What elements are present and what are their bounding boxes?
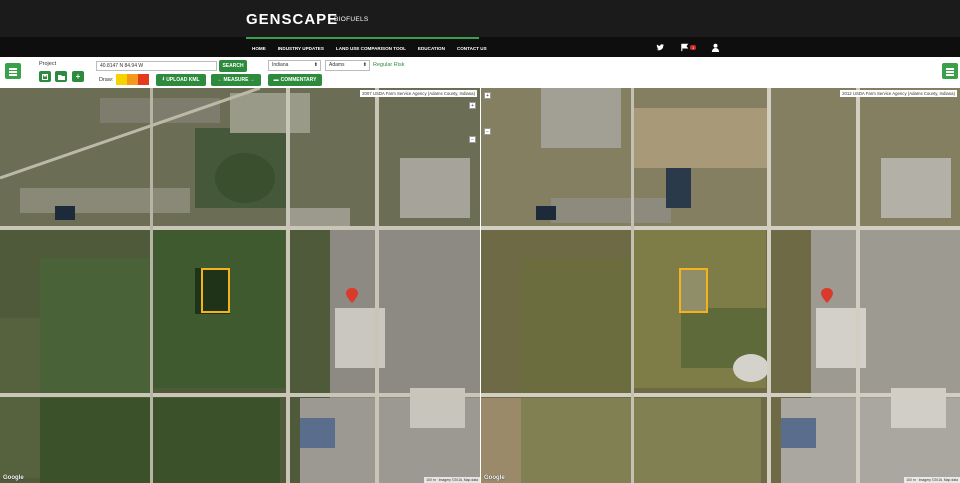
plus-icon: + <box>75 72 81 81</box>
product-name: BIOFUELS <box>334 16 369 23</box>
chevron-down-icon: ⬍ <box>313 62 318 68</box>
save-icon <box>42 73 48 80</box>
map-2007[interactable]: 2007 USDA Farm Service Agency (Adams Cou… <box>0 88 480 483</box>
alert-count-badge: 1 <box>690 44 697 50</box>
draw-label: Draw: <box>99 77 114 83</box>
commentary-button[interactable]: ▬ COMMENTARY <box>268 74 322 86</box>
user-icon[interactable] <box>711 43 720 52</box>
open-project-button[interactable] <box>55 71 67 82</box>
google-logo: Google <box>3 475 24 481</box>
map-2012-source-label: 2012 USDA Farm Service Agency (Adams Cou… <box>840 90 957 97</box>
alerts[interactable]: 1 <box>680 43 697 52</box>
measure-label: MEASURE <box>223 77 249 83</box>
risk-status: Regular Risk <box>373 62 405 68</box>
draw-color-yellow[interactable] <box>116 74 127 85</box>
add-project-button[interactable]: + <box>72 71 84 82</box>
nav-land-use-tool[interactable]: LAND USE COMPARISON TOOL <box>330 46 412 51</box>
save-project-button[interactable] <box>39 71 51 82</box>
nav-education[interactable]: EDUCATION <box>412 46 451 51</box>
nav-icons: 1 <box>656 37 720 57</box>
chevron-down-icon: ⬍ <box>362 62 367 68</box>
search-button[interactable]: SEARCH <box>219 60 247 72</box>
nav-contact-us[interactable]: CONTACT US <box>451 46 493 51</box>
nav-industry-updates[interactable]: INDUSTRY UPDATES <box>272 46 330 51</box>
satellite-imagery-2007 <box>0 88 480 483</box>
right-menu-icon[interactable] <box>942 63 958 79</box>
nav-home[interactable]: HOME <box>246 46 272 51</box>
map-2012[interactable]: 2012 USDA Farm Service Agency (Adams Cou… <box>481 88 960 483</box>
draw-color-orange[interactable] <box>127 74 138 85</box>
coordinates-input[interactable]: 40.8147 N 84.94 W <box>96 61 217 71</box>
left-menu-icon[interactable] <box>5 63 21 79</box>
map-2012-scale: 100 m · Imagery ©2016, Map data <box>904 477 960 483</box>
zoom-in-icon[interactable]: + <box>484 92 491 99</box>
comment-icon: ▬ <box>273 77 279 83</box>
google-logo: Google <box>484 475 505 481</box>
upload-kml-button[interactable]: ⭳ UPLOAD KML <box>156 74 206 86</box>
upload-kml-label: UPLOAD KML <box>166 77 200 83</box>
scale-text: 100 m <box>906 478 916 482</box>
map-attribution: Imagery ©2016, Map data <box>438 478 478 482</box>
map-divider[interactable] <box>480 88 481 483</box>
measure-button[interactable]: ← MEASURE → <box>211 74 261 86</box>
main-nav: HOME INDUSTRY UPDATES LAND USE COMPARISO… <box>0 37 960 57</box>
twitter-icon[interactable] <box>656 43 665 52</box>
map-attribution: Imagery ©2016, Map data <box>918 478 958 482</box>
state-value: Indiana <box>272 62 289 68</box>
county-value: Adams <box>329 62 345 68</box>
brand-logo[interactable]: GENSCAPE <box>246 11 338 28</box>
draw-color-red[interactable] <box>138 74 149 85</box>
satellite-imagery-2012 <box>481 88 960 483</box>
arrow-right-icon: → <box>249 77 255 83</box>
upload-icon: ⭳ <box>162 76 165 82</box>
project-label: Project <box>39 61 57 67</box>
header-bar: GENSCAPE BIOFUELS <box>0 0 960 37</box>
flag-icon <box>681 43 689 51</box>
zoom-out-icon[interactable]: − <box>469 136 476 143</box>
state-select[interactable]: Indiana ⬍ <box>268 60 321 71</box>
folder-icon <box>57 74 65 80</box>
map-2007-source-label: 2007 USDA Farm Service Agency (Adams Cou… <box>360 90 477 97</box>
zoom-in-icon[interactable]: + <box>469 102 476 109</box>
scale-text: 100 m <box>426 478 436 482</box>
arrow-left-icon: ← <box>217 77 223 83</box>
county-select[interactable]: Adams ⬍ <box>325 60 370 71</box>
map-2007-scale: 100 m · Imagery ©2016, Map data <box>424 477 480 483</box>
commentary-label: COMMENTARY <box>280 77 317 83</box>
zoom-out-icon[interactable]: − <box>484 128 491 135</box>
